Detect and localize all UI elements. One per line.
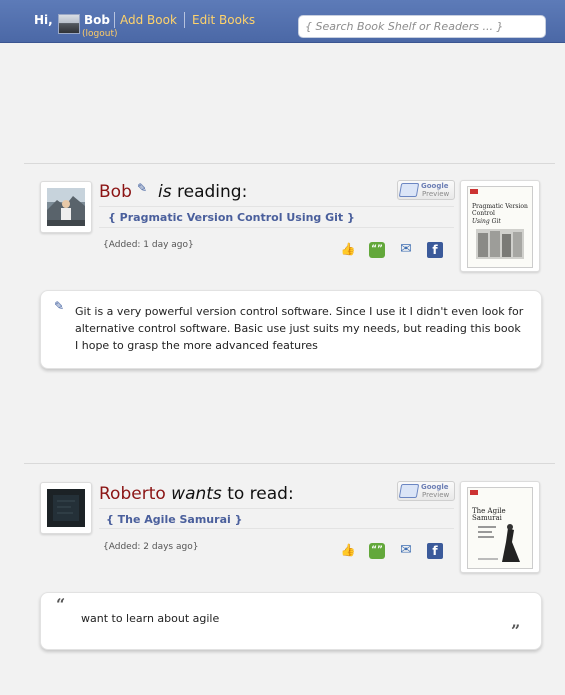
title-rule [99,227,454,228]
comment-icon[interactable]: “” [369,543,385,559]
comment-box: ✎ Git is a very powerful version control… [40,290,542,369]
top-bar: Hi, Bob (logout) Add Book Edit Books [0,0,565,43]
comment-text: want to learn about agile [81,612,220,625]
book-cover: Pragmatic Version Control Using Git [467,186,533,268]
cover-subtitle: Using Git [472,218,501,225]
edit-books-link[interactable]: Edit Books [192,13,255,27]
cover-illustration [474,522,528,564]
google-preview-button[interactable]: Google Preview [397,481,455,501]
feed-divider [24,463,555,464]
logout-link[interactable]: (logout) [82,29,117,39]
action-text: is reading: [158,182,247,202]
add-book-link[interactable]: Add Book [120,13,177,27]
thumbs-up-icon[interactable]: 👍 [340,241,356,257]
facebook-icon[interactable]: f [427,242,443,258]
search-input[interactable] [298,15,546,38]
action-verb: is [158,182,172,202]
google-preview-button[interactable]: Google Preview [397,180,455,200]
comment-icon[interactable]: “” [369,242,385,258]
comment-box: “ want to learn about agile ” [40,592,542,650]
user-avatar[interactable] [58,14,80,34]
username-link[interactable]: Bob [84,13,110,27]
pencil-icon[interactable]: ✎ [137,181,147,195]
book-icon [398,183,420,197]
book-title-link[interactable]: { Pragmatic Version Control Using Git } [108,211,355,224]
mail-icon[interactable]: ✉ [398,542,414,558]
thumbs-up-icon[interactable]: 👍 [340,542,356,558]
google-preview-sublabel: Preview [422,491,450,499]
added-time: {Added: 1 day ago} [103,240,194,250]
facebook-icon[interactable]: f [427,543,443,559]
google-preview-label: Google [421,182,449,190]
avatar [47,188,85,226]
greeting: Hi, [34,13,53,27]
quote-open-icon: “ [56,595,66,614]
action-tail: to read: [221,484,294,504]
added-time: {Added: 2 days ago} [103,542,199,552]
feed-headline: Bob [99,182,132,202]
book-cover-frame[interactable]: Pragmatic Version Control Using Git [460,180,540,272]
title-rule [99,528,454,529]
action-tail: reading: [171,182,248,202]
user-name-link[interactable]: Roberto [99,484,166,504]
title-rule [99,508,454,509]
book-cover: The Agile Samurai [467,487,533,569]
publisher-mark [470,490,478,495]
book-icon [398,484,420,498]
quote-close-icon: ” [511,621,521,640]
action-verb: wants [171,484,222,504]
avatar [47,489,85,527]
book-cover-frame[interactable]: The Agile Samurai [460,481,540,573]
avatar-frame[interactable] [40,482,92,534]
mail-icon[interactable]: ✉ [398,241,414,257]
divider [184,12,185,28]
user-name-link[interactable]: Bob [99,182,132,202]
comment-text: Git is a very powerful version control s… [75,305,524,352]
divider [114,12,115,28]
google-preview-label: Google [421,483,449,491]
book-title-link[interactable]: { The Agile Samurai } [106,513,242,526]
title-rule [99,206,454,207]
cover-title: The Agile Samurai [472,507,506,522]
avatar-frame[interactable] [40,181,92,233]
publisher-mark [470,189,478,194]
feed-divider [24,163,555,164]
pencil-icon[interactable]: ✎ [54,299,64,313]
feed-headline: Roberto wants to read: [99,484,294,504]
google-preview-sublabel: Preview [422,190,450,198]
cover-title: Pragmatic Version Control [472,203,528,217]
cover-illustration [476,229,524,259]
